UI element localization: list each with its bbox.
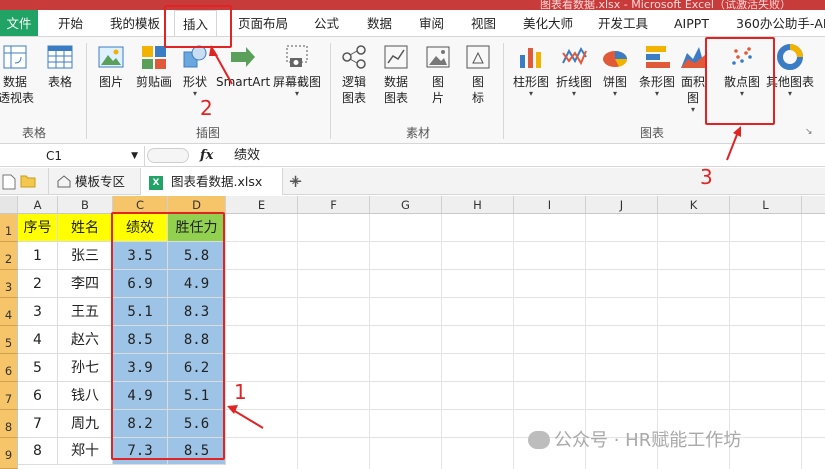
- watermark-text: 公众号 · HR赋能工作坊: [554, 430, 742, 451]
- step-3-label: 3: [700, 165, 713, 189]
- arrow-to-scatter-chart: [726, 131, 739, 161]
- step-2-label: 2: [200, 96, 213, 120]
- arrowhead-icon: [209, 45, 218, 56]
- wechat-icon: [528, 431, 550, 449]
- annotation-arrows: [209, 45, 741, 429]
- watermark: 公众号 · HR赋能工作坊: [528, 426, 741, 452]
- arrow-to-selection: [232, 409, 264, 429]
- step-1-label: 1: [234, 380, 247, 404]
